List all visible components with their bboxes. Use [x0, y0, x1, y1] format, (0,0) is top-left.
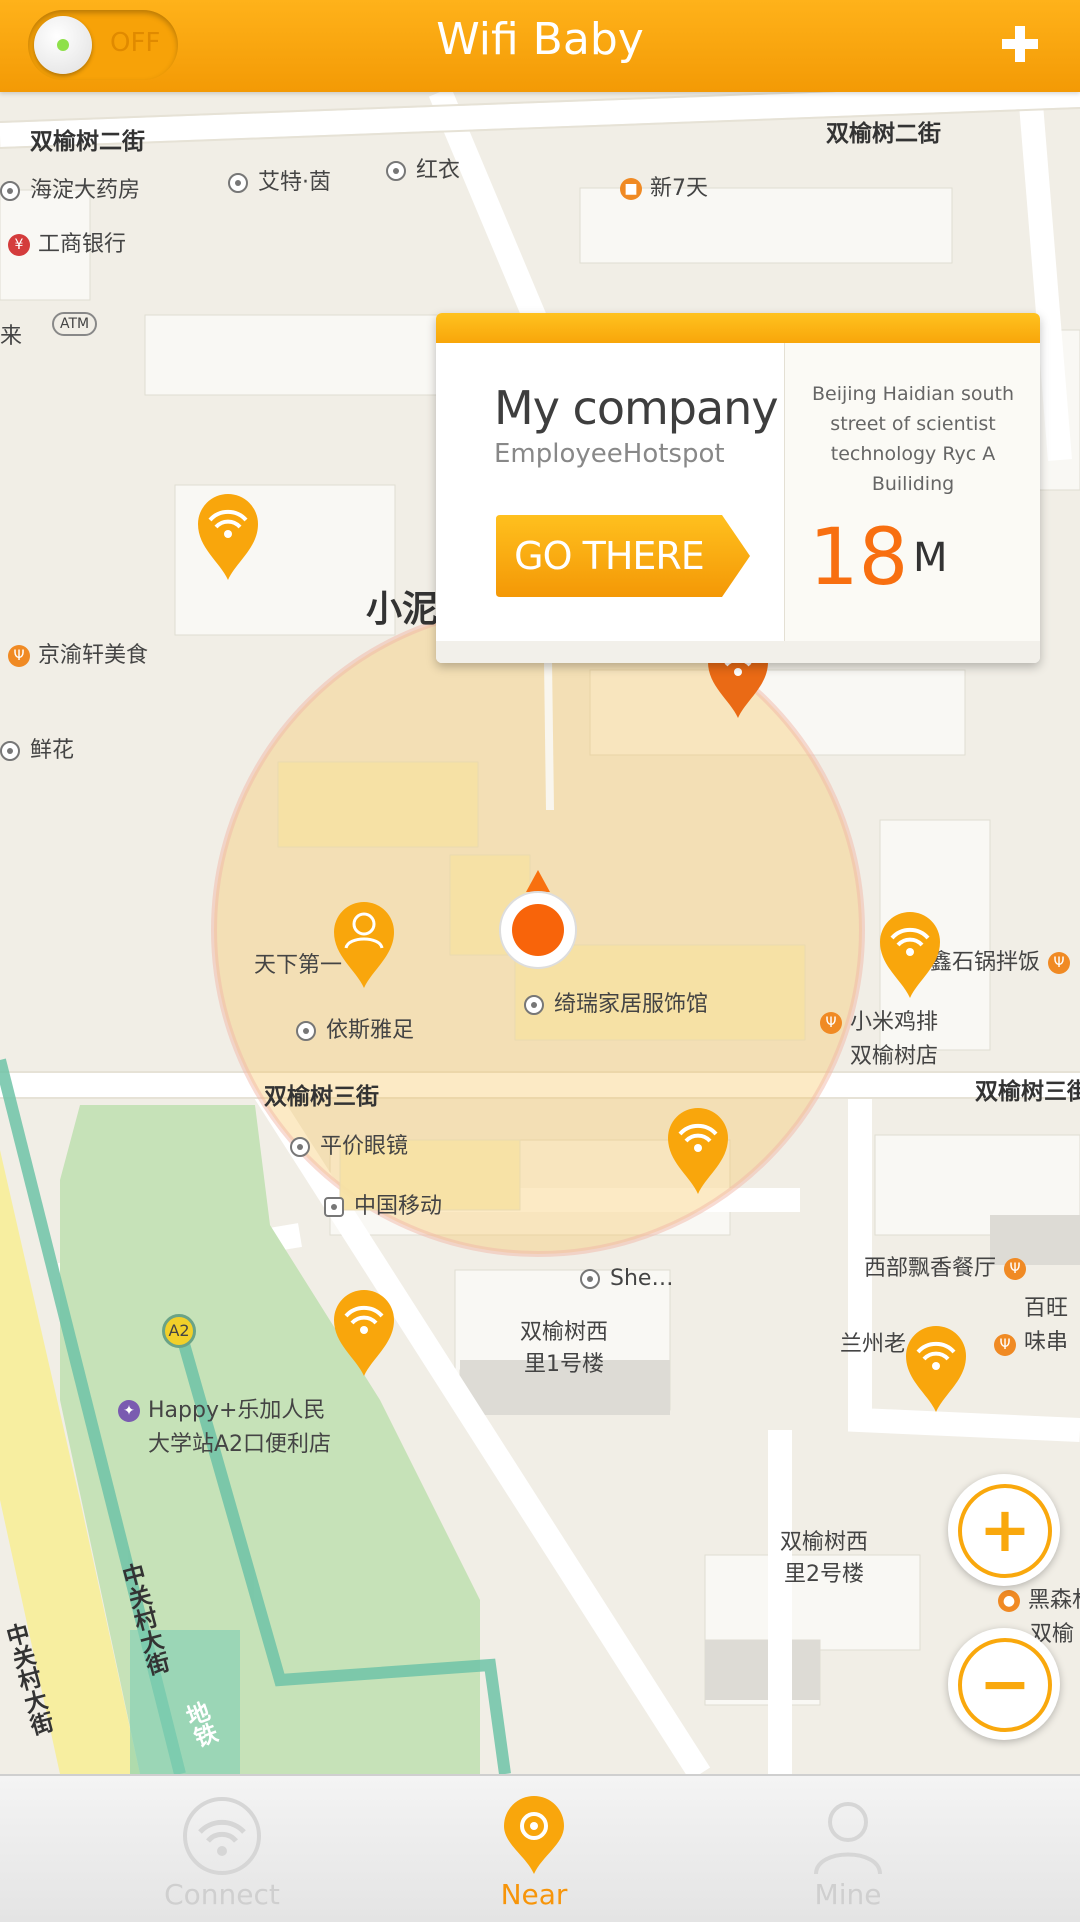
bank-icon: ¥ [8, 234, 30, 256]
wifi-hotspot-pin[interactable] [904, 1324, 968, 1414]
plus-icon: + [958, 1484, 1052, 1578]
poi-label: ●黑森林 [990, 1582, 1080, 1614]
hotspot-address: Beijing Haidian south street of scientis… [811, 383, 1015, 495]
poi-label: 里1号楼 [524, 1352, 604, 1377]
road-label: 双榆树二街 [826, 121, 941, 147]
hotel-icon: ■ [620, 178, 642, 200]
user-location-pin[interactable] [332, 900, 396, 990]
poi-label: 双榆树西 [520, 1320, 609, 1345]
tab-label: Connect [164, 1878, 280, 1911]
app-title: Wifi Baby [436, 14, 644, 65]
poi-dot-icon [0, 181, 20, 201]
poi-label: 小泥 [366, 589, 439, 630]
restaurant-icon: Ψ [1048, 952, 1071, 974]
wifi-hotspot-pin[interactable] [878, 910, 942, 1000]
store-icon: ✦ [118, 1400, 140, 1422]
poi-label: 中国移动 [324, 1188, 442, 1220]
restaurant-icon: Ψ [820, 1012, 842, 1034]
hotspot-type: EmployeeHotspot [494, 439, 725, 469]
restaurant-icon: Ψ [994, 1334, 1017, 1356]
card-distance-section: Beijing Haidian south street of scientis… [784, 343, 1040, 641]
wifi-icon [183, 1797, 261, 1875]
poi-label: 双榆树店 [850, 1044, 939, 1069]
tab-near[interactable]: Near [354, 1776, 714, 1922]
poi-label: 来 [0, 324, 23, 349]
poi-dot-icon [228, 173, 248, 193]
poi-label: 天下第一 [254, 953, 343, 978]
poi-label: 大学站A2口便利店 [148, 1432, 332, 1457]
road-label: 双榆树三街 [975, 1079, 1080, 1105]
card-footer [436, 641, 1040, 663]
card-info-section: My company EmployeeHotspot GO THERE [436, 343, 784, 653]
poi-label: 红衣 [386, 152, 460, 184]
zoom-out-button[interactable]: − [948, 1628, 1060, 1740]
poi-label: ✦ Happy+乐加人民 [110, 1392, 325, 1424]
hotspot-name: My company [494, 381, 779, 435]
poi-label: 味串 [1024, 1330, 1069, 1355]
tab-mine[interactable]: Mine [668, 1776, 1028, 1922]
poi-label: 鑫石锅拌饭 Ψ [930, 944, 1078, 976]
poi-label: 绮瑞家居服饰馆 [524, 986, 708, 1018]
poi-label: 海淀大药房 [0, 172, 140, 204]
atm-icon: ATM [52, 312, 98, 336]
location-pin-icon [504, 1796, 564, 1874]
tab-connect[interactable]: Connect [42, 1776, 402, 1922]
poi-label: 艾特·茵 [228, 164, 331, 196]
poi-label: 双榆树西 [780, 1530, 869, 1555]
app-header: OFF Wifi Baby [0, 0, 1080, 92]
poi-label: 鲜花 [0, 732, 74, 764]
go-there-label: GO THERE [514, 534, 705, 578]
road-label: 双榆树三街 [264, 1084, 379, 1110]
road-label: 双榆树二街 [30, 129, 145, 155]
poi-label: ■ 新7天 [612, 170, 708, 202]
user-icon [814, 1802, 882, 1875]
bottom-tab-bar: Connect Near Mine [0, 1774, 1080, 1922]
hotspot-info-card: My company EmployeeHotspot GO THERE Beij… [436, 313, 1040, 663]
poi-label: 依斯雅足 [296, 1012, 414, 1044]
poi-dot-icon [296, 1021, 316, 1041]
restaurant-icon: Ψ [1004, 1258, 1027, 1280]
tab-label: Mine [814, 1878, 882, 1911]
minus-icon: − [958, 1638, 1052, 1732]
plus-icon[interactable] [994, 18, 1046, 70]
bakery-icon: ● [998, 1590, 1020, 1612]
go-there-button[interactable]: GO THERE [494, 513, 752, 599]
poi-label: She… [580, 1266, 673, 1291]
tab-label: Near [500, 1878, 568, 1911]
poi-label: Ψ 京渝轩美食 [0, 637, 148, 669]
poi-dot-icon [580, 1269, 600, 1289]
zoom-in-button[interactable]: + [948, 1474, 1060, 1586]
distance-unit: M [913, 535, 948, 581]
poi-dot-icon [386, 161, 406, 181]
distance-value: 18 [809, 513, 909, 603]
metro-exit-icon: A2 [162, 1314, 196, 1348]
poi-dot-icon [290, 1137, 310, 1157]
poi-dot-icon [524, 995, 544, 1015]
restaurant-icon: Ψ [8, 645, 30, 667]
poi-dot-icon [0, 741, 20, 761]
poi-label: 里2号楼 [784, 1562, 864, 1587]
poi-label: 百旺 [1024, 1296, 1069, 1321]
poi-label: Ψ 小米鸡排 [812, 1004, 938, 1036]
poi-label: 西部飘香餐厅 Ψ [864, 1250, 1034, 1282]
card-header-strip [436, 313, 1040, 343]
poi-label: ¥ 工商银行 [0, 226, 126, 258]
phone-icon [324, 1197, 344, 1217]
wifi-hotspot-pin[interactable] [666, 1106, 730, 1196]
wifi-hotspot-pin[interactable] [332, 1288, 396, 1378]
poi-label: 平价眼镜 [290, 1128, 408, 1160]
wifi-hotspot-pin[interactable] [196, 492, 260, 582]
